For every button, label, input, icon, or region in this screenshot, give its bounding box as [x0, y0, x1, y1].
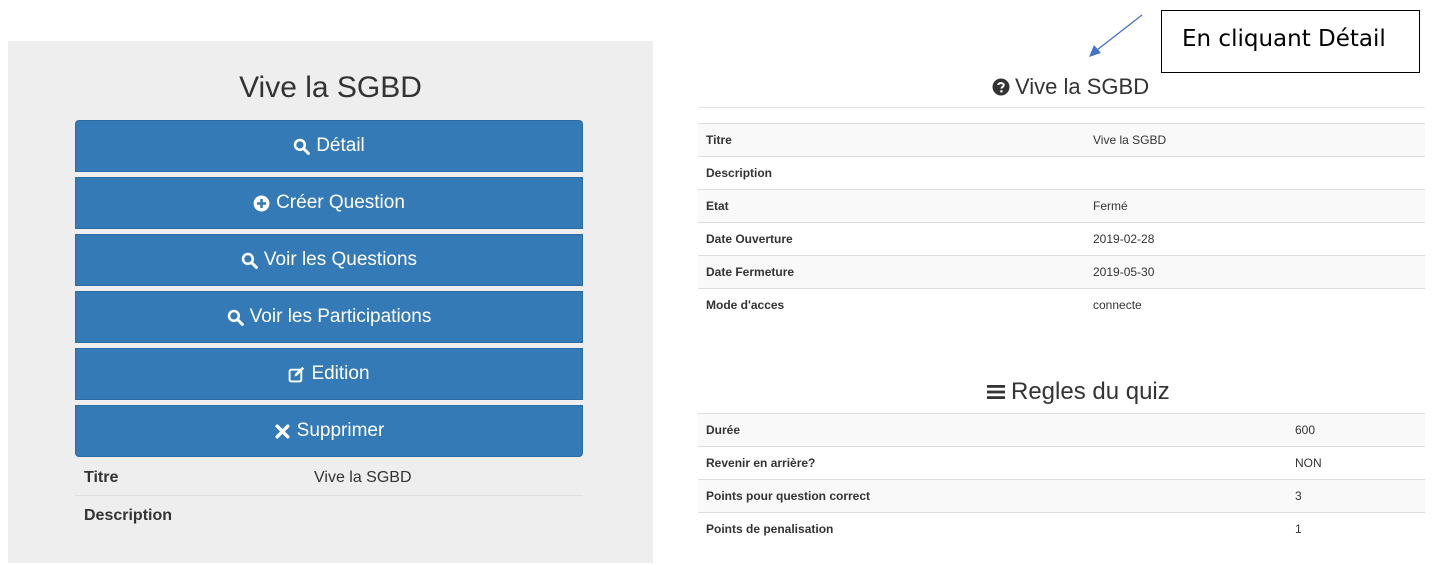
row-value	[1085, 156, 1425, 190]
detail-button-label: Détail	[316, 135, 365, 156]
rules-title: Regles du quiz	[1011, 378, 1170, 405]
edit-icon	[288, 366, 305, 383]
table-row: Mode d'acces connecte	[698, 288, 1425, 322]
create-question-button-label: Créer Question	[276, 192, 405, 213]
row-label: Etat	[698, 189, 1085, 223]
table-row: Etat Fermé	[698, 189, 1425, 223]
row-label: Revenir en arrière?	[698, 446, 1287, 480]
divider	[698, 107, 1425, 124]
table-row: Description	[698, 156, 1425, 190]
detail-title: Vive la SGBD	[1015, 74, 1150, 99]
search-icon	[227, 309, 244, 326]
row-label: Mode d'acces	[698, 288, 1085, 322]
info-label: Titre	[84, 469, 119, 486]
detail-button[interactable]: Détail	[75, 120, 583, 172]
delete-button[interactable]: Supprimer	[75, 405, 583, 457]
times-icon	[274, 423, 291, 440]
table-row: Titre Vive la SGBD	[698, 123, 1425, 157]
quiz-title: Vive la SGBD	[239, 71, 422, 104]
info-row-titre: Titre Vive la SGBD	[75, 459, 583, 496]
edit-button-label: Edition	[311, 363, 370, 384]
table-row: Date Ouverture 2019-02-28	[698, 222, 1425, 256]
rules-heading: Regles du quiz	[987, 378, 1170, 406]
row-value: 1	[1287, 512, 1425, 546]
table-row: Revenir en arrière? NON	[698, 446, 1425, 480]
row-value: 600	[1287, 413, 1425, 447]
row-value: Vive la SGBD	[1085, 123, 1425, 157]
table-row: Date Fermeture 2019-05-30	[698, 255, 1425, 289]
annotation-arrow	[1089, 14, 1143, 57]
row-value: Fermé	[1085, 189, 1425, 223]
table-row: Points de penalisation 1	[698, 512, 1425, 546]
view-participations-button-label: Voir les Participations	[249, 306, 432, 327]
table-row: Durée 600	[698, 413, 1425, 447]
info-value: Vive la SGBD	[314, 469, 412, 486]
search-icon	[241, 252, 258, 269]
info-label: Description	[84, 507, 173, 524]
row-value: 2019-05-30	[1085, 255, 1425, 289]
delete-button-label: Supprimer	[296, 420, 385, 441]
plus-circle-icon	[253, 195, 270, 212]
rules-table: Durée 600 Revenir en arrière? NON Points…	[698, 413, 1425, 546]
quiz-panel: Vive la SGBD Détail Créer Question Voir …	[8, 41, 653, 563]
annotation-callout: En cliquant Détail	[1161, 10, 1420, 73]
row-label: Points de penalisation	[698, 512, 1287, 546]
table-row: Points pour question correct 3	[698, 479, 1425, 513]
row-value: 2019-02-28	[1085, 222, 1425, 256]
create-question-button[interactable]: Créer Question	[75, 177, 583, 229]
view-questions-button[interactable]: Voir les Questions	[75, 234, 583, 286]
row-value: 3	[1287, 479, 1425, 513]
search-icon	[293, 138, 311, 155]
row-label: Description	[698, 156, 1085, 190]
list-icon	[987, 385, 1005, 399]
row-label: Points pour question correct	[698, 479, 1287, 513]
detail-table: Titre Vive la SGBD Description Etat Ferm…	[698, 123, 1425, 322]
row-label: Durée	[698, 413, 1287, 447]
row-value: connecte	[1085, 288, 1425, 322]
view-participations-button[interactable]: Voir les Participations	[75, 291, 583, 343]
row-label: Titre	[698, 123, 1085, 157]
row-label: Date Fermeture	[698, 255, 1085, 289]
info-row-description: Description	[75, 497, 583, 534]
detail-heading: Vive la SGBD	[992, 74, 1149, 100]
edit-button[interactable]: Edition	[75, 348, 583, 400]
view-questions-button-label: Voir les Questions	[263, 249, 418, 270]
question-circle-icon	[992, 78, 1010, 96]
row-label: Date Ouverture	[698, 222, 1085, 256]
row-value: NON	[1287, 446, 1425, 480]
